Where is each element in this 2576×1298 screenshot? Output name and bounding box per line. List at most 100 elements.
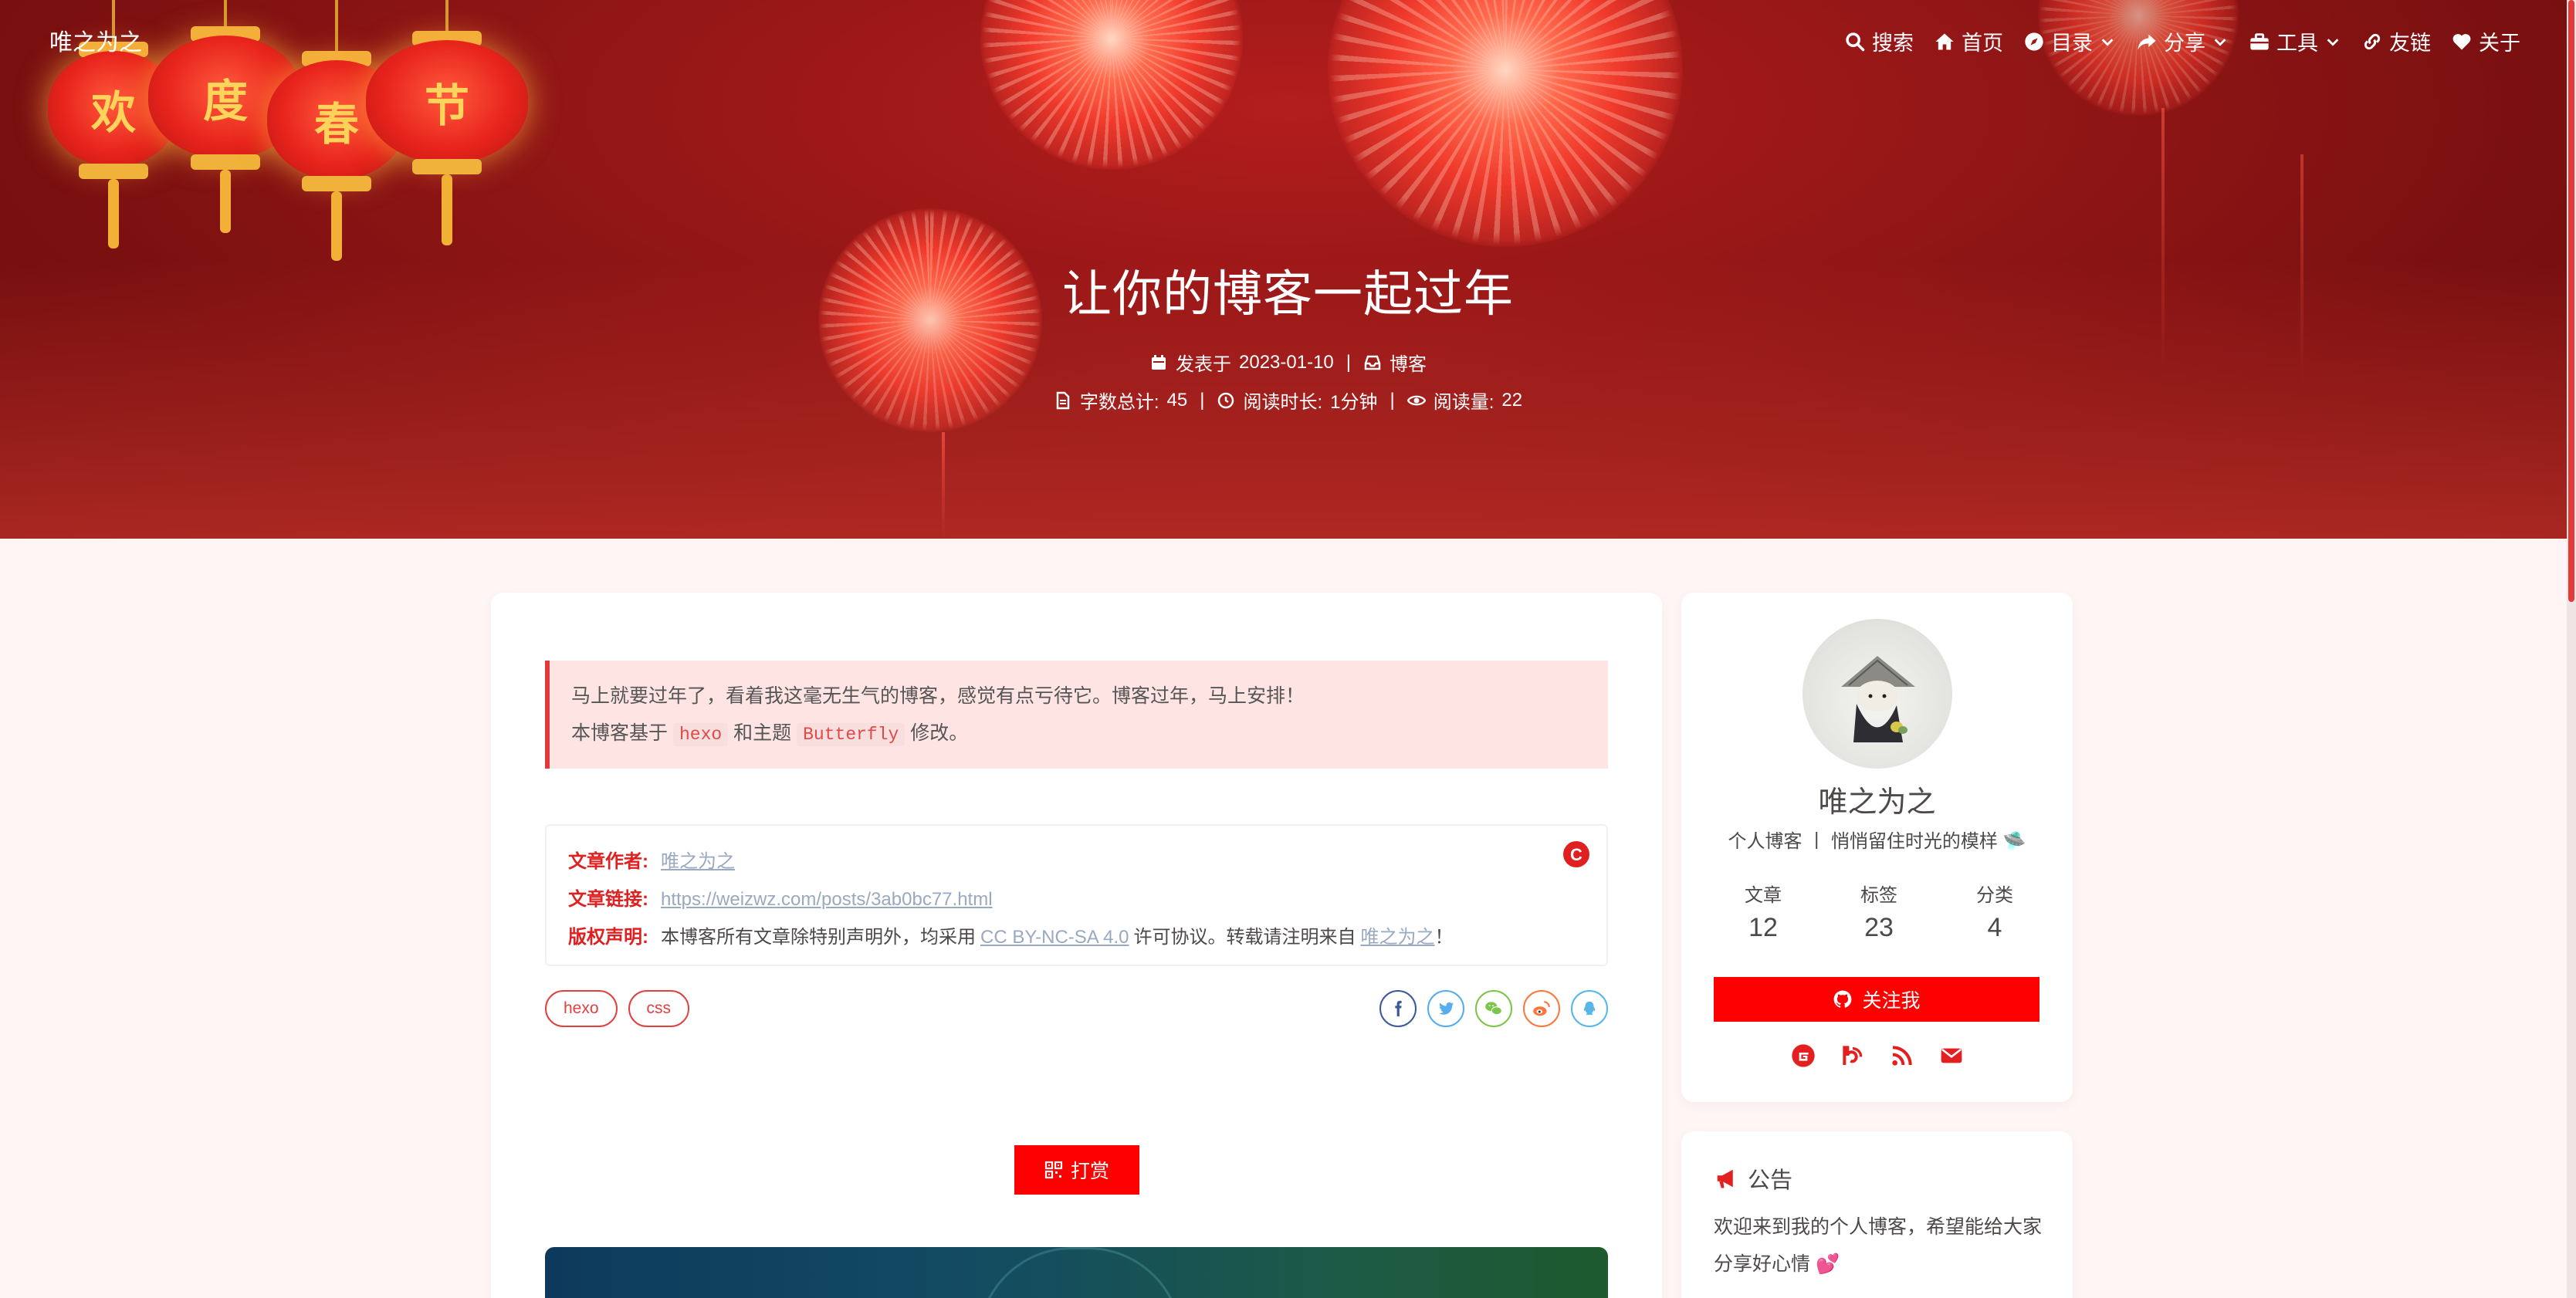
tag-css[interactable]: css	[628, 990, 690, 1027]
compass-icon	[2025, 32, 2043, 51]
nav-search[interactable]: 搜索	[1844, 26, 1914, 56]
link-label: 文章链接:	[568, 889, 648, 910]
weibo-icon[interactable]	[1523, 990, 1560, 1027]
search-icon	[1846, 32, 1865, 51]
category-link[interactable]: 博客	[1390, 349, 1427, 376]
nav-label: 分享	[2164, 32, 2205, 55]
file-word-icon	[1056, 391, 1070, 409]
note-line-1: 马上就要过年了，看着我这毫无生气的博客，感觉有点亏待它。博客过年，马上安排！	[571, 685, 1305, 707]
article-card: 马上就要过年了，看着我这毫无生气的博客，感觉有点亏待它。博客过年，马上安排！ 本…	[491, 593, 1662, 1298]
inbox-icon	[1364, 355, 1381, 370]
nav-label: 工具	[2276, 32, 2318, 55]
twitter-icon[interactable]	[1427, 990, 1464, 1027]
post-permalink[interactable]: https://weizwz.com/posts/3ab0bc77.html	[661, 881, 993, 918]
wechat-icon[interactable]	[1475, 990, 1512, 1027]
views-value: 22	[1501, 389, 1523, 411]
toolbox-icon	[2250, 32, 2269, 49]
mail-icon[interactable]	[1939, 1043, 1964, 1068]
firework-trail	[942, 432, 945, 539]
copyright-license-row: 版权声明: 本博客所有文章除特别声明外，均采用 CC BY-NC-SA 4.0 …	[568, 918, 1585, 956]
home-icon	[1935, 33, 1954, 49]
site-name-link[interactable]: 唯之为之	[49, 23, 142, 57]
calendar-icon	[1152, 354, 1166, 370]
share-icon	[2138, 34, 2156, 49]
copyright-icon: C	[1563, 841, 1589, 867]
firework-decoration	[2038, 0, 2239, 116]
nav-label: 关于	[2479, 32, 2520, 55]
firework-decoration	[980, 0, 1243, 170]
reward-button[interactable]: 打赏	[1014, 1145, 1139, 1195]
post-copyright: C 文章作者: 唯之为之 文章链接: https://weizwz.com/po…	[545, 824, 1608, 966]
chevron-down-icon	[2327, 38, 2339, 46]
follow-button[interactable]: 关注我	[1714, 977, 2039, 1022]
tag-hexo[interactable]: hexo	[545, 990, 618, 1027]
nav-label: 目录	[2051, 32, 2093, 55]
social-links	[1681, 1043, 2073, 1068]
wordcount-label: 字数总计:	[1079, 392, 1159, 413]
reward-label: 打赏	[1070, 1161, 1109, 1182]
nav-home[interactable]: 首页	[1934, 26, 2003, 56]
note-line-2: 本博客基于 hexo 和主题 Butterfly 修改。	[571, 722, 969, 746]
post-meta-line-1: 发表于 2023-01-10 | 博客	[0, 349, 2576, 376]
link-icon	[2364, 33, 2381, 49]
qq-icon[interactable]	[1571, 990, 1608, 1027]
gitee-icon[interactable]	[1791, 1043, 1816, 1068]
author-description: 个人博客 丨 悄悄留住时光的模样 🛸	[1728, 831, 2026, 852]
author-name: 唯之为之	[1818, 786, 1936, 819]
post-tags: hexo css	[545, 990, 690, 1027]
inline-code: Butterfly	[797, 723, 905, 746]
post-title: 让你的博客一起过年	[1062, 266, 1514, 322]
readtime-label: 阅读时长:	[1243, 392, 1323, 413]
published-date: 2023-01-10	[1239, 351, 1334, 373]
author-link[interactable]: 唯之为之	[661, 843, 735, 881]
announcement-text: 欢迎来到我的个人博客，希望能给大家分享好心情 💕	[1714, 1216, 2043, 1275]
post-banner: 欢 度 春 节 唯之为之 搜索 首页 目录 分享 工具 友链 关于 让你的博客一…	[0, 0, 2576, 539]
site-stats: 文章 12 标签 23 分类 4	[1717, 880, 2041, 943]
announcement-title: 公告	[1748, 1168, 1793, 1193]
meta-separator: |	[1200, 389, 1205, 411]
follow-label: 关注我	[1862, 990, 1921, 1012]
nav-friend-links[interactable]: 友链	[2361, 26, 2431, 56]
inline-code: hexo	[672, 723, 729, 746]
announcement-card: 公告 欢迎来到我的个人博客，希望能给大家分享好心情 💕	[1681, 1131, 2073, 1298]
stat-articles[interactable]: 文章 12	[1717, 880, 1809, 943]
lantern: 节	[366, 0, 528, 247]
avatar[interactable]	[1803, 619, 1952, 769]
meta-separator: |	[1346, 351, 1351, 373]
nav-about[interactable]: 关于	[2451, 26, 2520, 56]
share-buttons	[1379, 990, 1608, 1027]
chevron-down-icon	[2101, 38, 2114, 46]
facebook-icon[interactable]	[1379, 990, 1417, 1027]
bullhorn-icon	[1717, 1169, 1733, 1188]
blog-icon[interactable]	[1840, 1043, 1865, 1068]
post-note: 马上就要过年了，看着我这毫无生气的博客，感觉有点亏待它。博客过年，马上安排！ 本…	[545, 661, 1608, 769]
author-label: 文章作者:	[568, 851, 648, 872]
stat-tags[interactable]: 标签 23	[1833, 880, 1925, 943]
content-image	[545, 1247, 1608, 1298]
wordcount-value: 45	[1166, 389, 1188, 411]
rss-icon[interactable]	[1890, 1043, 1914, 1068]
meta-separator: |	[1390, 389, 1395, 411]
nav-label: 搜索	[1872, 32, 1914, 55]
license-link[interactable]: CC BY-NC-SA 4.0	[980, 918, 1129, 956]
nav-catalog[interactable]: 目录	[2023, 26, 2116, 56]
published-label: 发表于	[1176, 354, 1231, 375]
nav-label: 首页	[1962, 32, 2003, 55]
qrcode-icon	[1044, 1161, 1063, 1179]
post-info: 让你的博客一起过年 发表于 2023-01-10 | 博客 字数总计: 45 |…	[0, 255, 2576, 414]
stat-categories[interactable]: 分类 4	[1948, 880, 2041, 943]
nav-tools[interactable]: 工具	[2249, 26, 2341, 56]
heart-icon	[2452, 33, 2471, 49]
clock-icon	[1218, 392, 1234, 408]
author-info-card: 唯之为之 个人博客 丨 悄悄留住时光的模样 🛸 文章 12 标签 23 分类 4…	[1681, 593, 2073, 1102]
copyright-author-row: 文章作者: 唯之为之	[568, 843, 1585, 881]
readtime-value: 1分钟	[1330, 392, 1378, 413]
copyright-link-row: 文章链接: https://weizwz.com/posts/3ab0bc77.…	[568, 881, 1585, 918]
page-scrollbar[interactable]	[2567, 0, 2576, 1298]
nav-label: 友链	[2389, 32, 2431, 55]
github-icon	[1834, 990, 1852, 1008]
license-author-link[interactable]: 唯之为之	[1361, 918, 1435, 956]
nav-share[interactable]: 分享	[2136, 26, 2229, 56]
main-nav: 搜索 首页 目录 分享 工具 友链 关于	[1844, 26, 2520, 56]
views-label: 阅读量:	[1433, 392, 1494, 413]
